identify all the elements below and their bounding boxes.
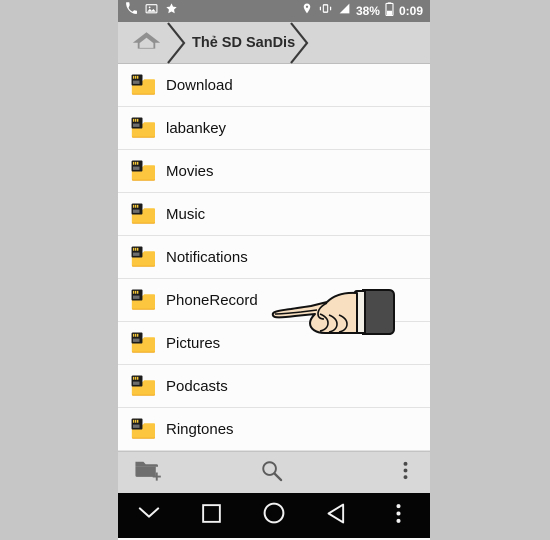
breadcrumb-chevron-icon	[288, 21, 310, 64]
signal-bars-icon	[338, 2, 351, 20]
list-item[interactable]: Music	[118, 193, 430, 236]
chevron-down-icon	[138, 506, 160, 525]
overflow-menu-icon	[396, 502, 401, 530]
sd-folder-icon	[130, 73, 156, 97]
battery-icon	[385, 1, 394, 21]
breadcrumb-home[interactable]	[118, 21, 186, 64]
sd-folder-icon	[130, 288, 156, 312]
list-item-label: Music	[166, 205, 206, 223]
list-item-label: labankey	[166, 119, 227, 137]
sd-folder-icon	[130, 245, 156, 269]
star-icon	[165, 2, 178, 20]
navbar-overflow-button[interactable]	[368, 493, 430, 538]
home-icon	[131, 29, 162, 56]
list-item-label: Podcasts	[166, 377, 228, 395]
list-item[interactable]: Notifications	[118, 236, 430, 279]
list-item[interactable]: PhoneRecord	[118, 279, 430, 322]
list-item-label: Ringtones	[166, 420, 234, 438]
breadcrumb-item-sdcard[interactable]: Thẻ SD SanDis	[176, 21, 309, 64]
list-item[interactable]: Download	[118, 64, 430, 107]
picture-icon	[145, 2, 158, 20]
new-folder-icon	[134, 458, 161, 487]
list-item[interactable]: labankey	[118, 107, 430, 150]
status-bar: 38% 0:09	[118, 0, 430, 22]
clock-label: 0:09	[398, 4, 423, 18]
list-item-label: Movies	[166, 162, 214, 180]
back-button[interactable]	[305, 493, 367, 538]
bottom-toolbar	[118, 451, 430, 493]
sd-folder-icon	[130, 202, 156, 226]
triangle-back-icon	[326, 503, 346, 529]
hide-keyboard-button[interactable]	[118, 493, 180, 538]
breadcrumb-chevron-icon	[165, 21, 187, 64]
sd-folder-icon	[130, 159, 156, 183]
sd-folder-icon	[130, 417, 156, 441]
list-item-label: Notifications	[166, 248, 248, 266]
sd-folder-icon	[130, 374, 156, 398]
square-recents-icon	[202, 503, 221, 528]
home-button[interactable]	[243, 493, 305, 538]
phone-handset-icon	[125, 2, 138, 20]
android-navigation-bar	[118, 493, 430, 538]
status-bar-right-icons: 38% 0:09	[301, 1, 423, 21]
vibrate-icon	[318, 2, 333, 20]
battery-percent-label: 38%	[355, 4, 380, 18]
toolbar-overflow-button[interactable]	[305, 452, 430, 494]
new-folder-button[interactable]	[118, 452, 237, 494]
circle-home-icon	[263, 502, 285, 529]
phone-screen: 38% 0:09 Thẻ SD SanDis Download labankey…	[118, 0, 430, 540]
list-item-label: Pictures	[166, 334, 221, 352]
overflow-menu-icon	[403, 460, 408, 486]
list-item[interactable]: Movies	[118, 150, 430, 193]
status-bar-left-icons	[125, 2, 178, 20]
breadcrumb: Thẻ SD SanDis	[118, 21, 430, 64]
recents-button[interactable]	[180, 493, 242, 538]
search-button[interactable]	[237, 452, 305, 494]
list-item-label: PhoneRecord	[166, 291, 258, 309]
list-item[interactable]: Podcasts	[118, 365, 430, 408]
list-item-label: Download	[166, 76, 233, 94]
location-pin-icon	[301, 2, 313, 20]
search-icon	[260, 459, 283, 487]
file-list[interactable]: Download labankey Movies Music Notifications…	[118, 64, 430, 451]
list-item[interactable]: Ringtones	[118, 408, 430, 451]
list-item[interactable]: Pictures	[118, 322, 430, 365]
sd-folder-icon	[130, 331, 156, 355]
breadcrumb-item-label: Thẻ SD SanDis	[192, 34, 296, 51]
sd-folder-icon	[130, 116, 156, 140]
